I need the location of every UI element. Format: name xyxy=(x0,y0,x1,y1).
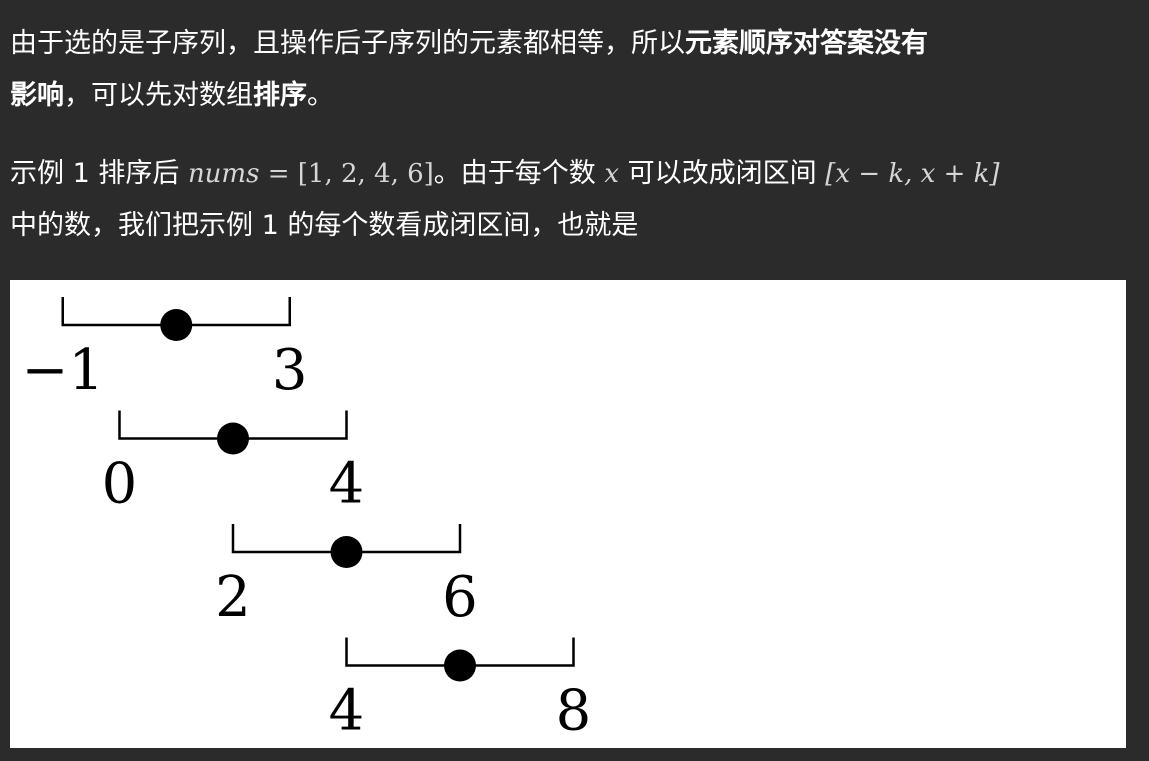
interval-center-dot xyxy=(217,422,249,455)
math-nums-var: nums xyxy=(187,159,260,189)
intro-period: 。 xyxy=(307,80,334,111)
intro-line-1: 由于选的是子序列，且操作后子序列的元素都相等，所以元素顺序对答案没有 xyxy=(10,18,1140,70)
intro-emphasis-effect: 影响 xyxy=(10,80,64,111)
interval-left-label: 4 xyxy=(329,679,365,744)
math-x: x xyxy=(604,159,620,189)
interval-right-label: 8 xyxy=(556,679,592,744)
interval-left-label: −1 xyxy=(21,338,104,403)
intro-emphasis-order: 元素顺序对答案没有 xyxy=(685,28,928,59)
interval-left-label: 0 xyxy=(102,452,138,517)
math-interval: [x − k, x + k] xyxy=(825,159,1000,189)
example-text-b: 。由于每个数 xyxy=(433,158,596,189)
example-text-c: 可以改成闭区间 xyxy=(627,158,817,189)
intro-line-2: 影响，可以先对数组排序。 xyxy=(10,70,1140,122)
example-line-1: 示例 1 排序后 nums = [1, 2, 4, 6]。由于每个数 x 可以改… xyxy=(10,148,1140,200)
intro-paragraph: 由于选的是子序列，且操作后子序列的元素都相等，所以元素顺序对答案没有 影响，可以… xyxy=(10,18,1140,122)
example-text-a: 示例 1 排序后 xyxy=(10,158,180,189)
intro-text-2: ，可以先对数组 xyxy=(64,80,253,111)
intro-text: 由于选的是子序列，且操作后子序列的元素都相等，所以 xyxy=(10,28,685,59)
interval-center-dot xyxy=(444,649,476,682)
interval-left-label: 2 xyxy=(215,565,251,630)
intro-emphasis-sort: 排序 xyxy=(253,80,307,111)
interval-diagram-canvas: −1 3 0 4 2 6 4 8 xyxy=(21,297,592,744)
example-line-2: 中的数，我们把示例 1 的每个数看成闭区间，也就是 xyxy=(10,210,639,241)
math-nums: nums = [1, 2, 4, 6] xyxy=(188,159,434,189)
interval-right-label: 4 xyxy=(329,452,365,517)
interval-right-label: 6 xyxy=(442,565,478,630)
math-nums-value: = [1, 2, 4, 6] xyxy=(259,159,434,189)
interval-center-dot xyxy=(330,536,363,568)
interval-center-dot xyxy=(160,309,193,341)
interval-right-label: 3 xyxy=(272,338,308,403)
interval-diagram: −1 3 0 4 2 6 4 8 xyxy=(10,280,1126,748)
example-paragraph: 示例 1 排序后 nums = [1, 2, 4, 6]。由于每个数 x 可以改… xyxy=(10,148,1140,252)
